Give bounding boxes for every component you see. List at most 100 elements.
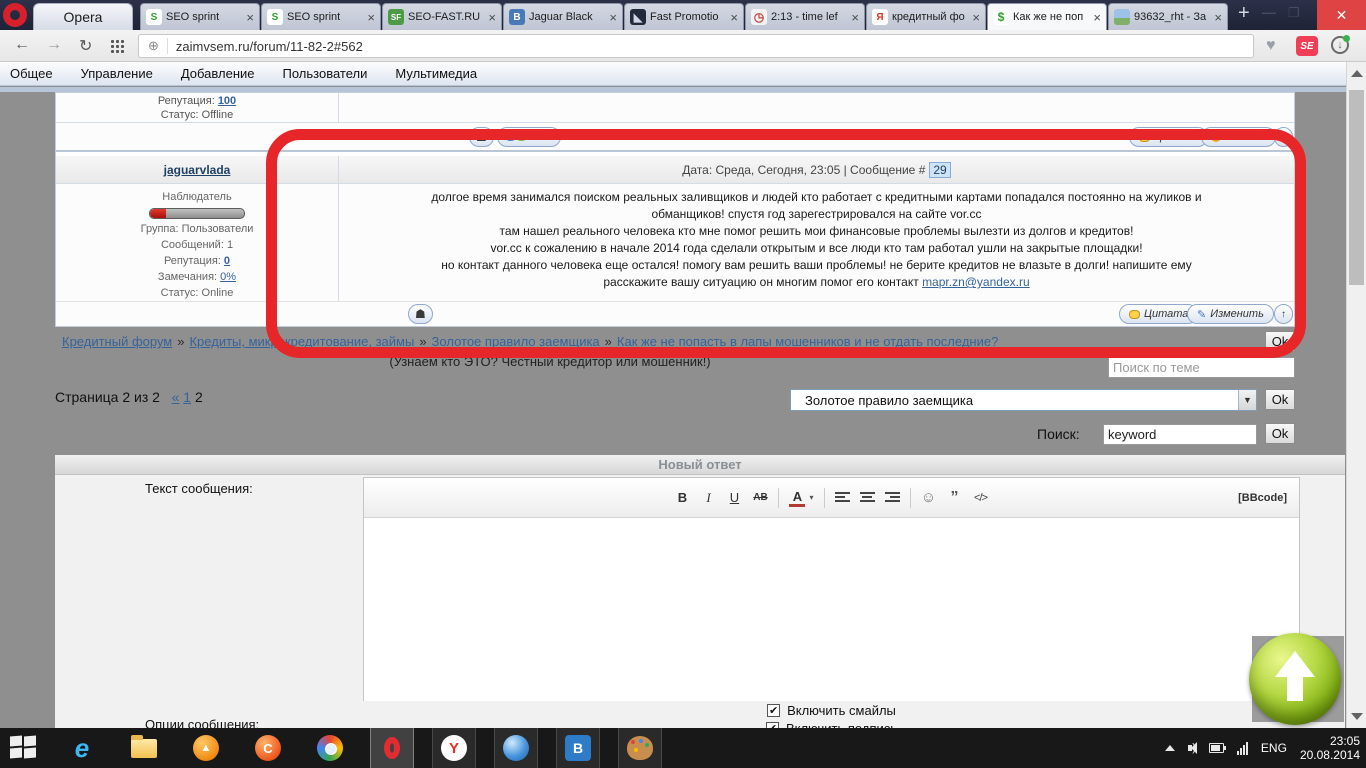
browser-tab-1[interactable]: S SEO sprint × bbox=[261, 3, 381, 30]
search-input[interactable] bbox=[1103, 424, 1257, 445]
user-remarks-link[interactable]: 0% bbox=[220, 271, 236, 283]
opera-menu-button[interactable]: Opera bbox=[33, 3, 133, 30]
browser-tab-5[interactable]: ◷ 2:13 - time lef × bbox=[745, 3, 865, 30]
browser-tab-6[interactable]: Якредитный фо × bbox=[866, 3, 986, 30]
network-signal-icon[interactable] bbox=[1236, 741, 1248, 755]
menu-item-multimedia[interactable]: Мультимедиа bbox=[395, 66, 477, 81]
page-scrollbar[interactable] bbox=[1346, 62, 1366, 728]
browser-tab-0[interactable]: S SEO sprint × bbox=[140, 3, 260, 30]
breadcrumb-topic-group-link[interactable]: Золотое правило заемщика bbox=[432, 334, 600, 349]
download-icon[interactable]: ↓ bbox=[1331, 35, 1350, 54]
back-button[interactable]: ← bbox=[14, 36, 30, 54]
profile-button[interactable]: ☗ bbox=[469, 127, 494, 147]
message-textarea[interactable] bbox=[364, 519, 1299, 701]
url-text[interactable]: zaimvsem.ru/forum/11-82-2#562 bbox=[176, 39, 363, 54]
contact-email-link[interactable]: mapr.zn@yandex.ru bbox=[922, 275, 1030, 289]
tab-close-icon[interactable]: × bbox=[246, 10, 254, 25]
strikethrough-button[interactable]: AB bbox=[752, 492, 768, 503]
profile-button-post[interactable]: ☗ bbox=[408, 304, 433, 324]
taskbar-clock[interactable]: 23:05 20.08.2014 bbox=[1300, 734, 1360, 762]
browser-tab-7[interactable]: $ Как же не поп × bbox=[987, 3, 1107, 30]
browser-tab-2[interactable]: SF SEO-FAST.RU × bbox=[382, 3, 502, 30]
tab-close-icon[interactable]: × bbox=[972, 10, 980, 25]
smiley-button[interactable]: ☺ bbox=[921, 489, 937, 506]
topic-search-ok-button[interactable]: Ok bbox=[1265, 331, 1295, 352]
hidden-icons-caret[interactable] bbox=[1165, 745, 1176, 751]
taskbar-flame-browser[interactable]: C bbox=[246, 728, 290, 768]
user-reputation-link[interactable]: 0 bbox=[224, 255, 230, 267]
taskbar-internet-explorer[interactable]: e bbox=[60, 728, 104, 768]
reload-button[interactable]: ↻ bbox=[79, 36, 92, 56]
code-insert-button[interactable]: </> bbox=[973, 492, 989, 504]
topic-search-input[interactable] bbox=[1108, 357, 1295, 378]
post-author-link[interactable]: jaguarvlada bbox=[164, 163, 231, 177]
windows-start-button[interactable] bbox=[10, 735, 40, 760]
battery-icon[interactable] bbox=[1208, 743, 1226, 753]
taskbar-vk-app[interactable]: В bbox=[556, 728, 600, 768]
pagination-prev-link[interactable]: « bbox=[172, 389, 180, 405]
taskbar-yandex-browser[interactable]: Y bbox=[432, 728, 476, 768]
se-extension-icon[interactable]: SE bbox=[1296, 36, 1318, 56]
scrollbar-up-arrow[interactable] bbox=[1351, 70, 1363, 77]
quote-button-prev[interactable]: Цитата bbox=[1129, 127, 1209, 147]
topic-jump-select[interactable]: Золотое правило заемщика ▼ bbox=[790, 389, 1257, 411]
tab-close-icon[interactable]: × bbox=[1093, 10, 1101, 25]
up-arrow-icon: ↑ bbox=[1281, 308, 1286, 320]
scroll-post-up-button[interactable]: ↑ bbox=[1274, 304, 1293, 324]
chevron-down-icon[interactable]: ▼ bbox=[1238, 390, 1256, 410]
breadcrumb-thread-link[interactable]: Как же не попасть в лапы мошенников и не… bbox=[617, 334, 998, 349]
breadcrumb-section-link[interactable]: Кредиты, микрокредитование, займы bbox=[189, 334, 414, 349]
taskbar-file-explorer[interactable] bbox=[122, 728, 166, 768]
language-indicator[interactable]: ENG bbox=[1261, 741, 1287, 755]
menu-item-dobavlenie[interactable]: Добавление bbox=[181, 66, 255, 81]
taskbar-opera[interactable] bbox=[370, 728, 414, 768]
taskbar-colorful-browser[interactable] bbox=[308, 728, 352, 768]
bold-button[interactable]: B bbox=[674, 490, 690, 505]
window-minimize-button[interactable]: — bbox=[1262, 4, 1276, 20]
window-maximize-button[interactable]: ❐ bbox=[1288, 5, 1300, 21]
window-close-button[interactable]: ✕ bbox=[1317, 0, 1366, 30]
taskbar-paint-app[interactable] bbox=[618, 728, 662, 768]
tab-close-icon[interactable]: × bbox=[488, 10, 496, 25]
taskbar-blue-sphere-app[interactable] bbox=[494, 728, 538, 768]
scroll-post-up-button[interactable]: ↑ bbox=[1274, 127, 1293, 147]
scrollbar-thumb[interactable] bbox=[1349, 90, 1364, 285]
pagination-page1-link[interactable]: 1 bbox=[183, 389, 191, 405]
align-left-button[interactable] bbox=[834, 492, 850, 503]
bookmark-heart-icon[interactable]: ♥ bbox=[1266, 37, 1276, 55]
url-field[interactable]: ⊕ zaimvsem.ru/forum/11-82-2#562 bbox=[138, 34, 1254, 58]
tab-close-icon[interactable]: × bbox=[851, 10, 859, 25]
menu-item-upravlenie[interactable]: Управление bbox=[81, 66, 153, 81]
font-color-button[interactable]: A bbox=[789, 489, 806, 507]
tab-close-icon[interactable]: × bbox=[367, 10, 375, 25]
speed-dial-icon[interactable] bbox=[110, 39, 124, 53]
align-center-button[interactable] bbox=[859, 492, 875, 503]
volume-control[interactable]: ) bbox=[1188, 742, 1198, 754]
scroll-to-top-button[interactable] bbox=[1249, 633, 1341, 725]
report-button[interactable]: ! Жалоба bbox=[1201, 127, 1276, 147]
menu-item-polzovateli[interactable]: Пользователи bbox=[283, 66, 368, 81]
browser-tab-8[interactable]: 93632_rht - За × bbox=[1108, 3, 1228, 30]
taskbar-orange-app[interactable]: ▲ bbox=[184, 728, 228, 768]
align-right-button[interactable] bbox=[884, 492, 900, 503]
menu-item-obshchee[interactable]: Общее bbox=[10, 66, 53, 81]
search-ok-button[interactable]: Ok bbox=[1265, 423, 1295, 444]
private-message-button[interactable]: Л.С. bbox=[497, 127, 561, 147]
edit-button[interactable]: ✎ Изменить bbox=[1187, 304, 1274, 324]
underline-button[interactable]: U bbox=[726, 490, 742, 505]
tab-close-icon[interactable]: × bbox=[1214, 10, 1222, 25]
tab-close-icon[interactable]: × bbox=[609, 10, 617, 25]
forward-button[interactable]: → bbox=[46, 36, 62, 54]
breadcrumb-forum-link[interactable]: Кредитный форум bbox=[62, 334, 172, 349]
quote-insert-button[interactable]: ” bbox=[947, 489, 963, 507]
topic-jump-ok-button[interactable]: Ok bbox=[1265, 389, 1295, 410]
browser-tab-3[interactable]: B Jaguar Black × bbox=[503, 3, 623, 30]
new-tab-button[interactable]: + bbox=[1238, 2, 1250, 25]
tab-close-icon[interactable]: × bbox=[730, 10, 738, 25]
scrollbar-down-arrow[interactable] bbox=[1351, 713, 1363, 720]
italic-button[interactable]: I bbox=[700, 490, 716, 506]
post-number-link[interactable]: 29 bbox=[929, 161, 951, 178]
browser-tab-4[interactable]: ◣ Fast Promotio × bbox=[624, 3, 744, 30]
enable-smiles-checkbox[interactable]: ✔ bbox=[767, 704, 781, 717]
prev-reputation-link[interactable]: 100 bbox=[218, 95, 236, 107]
